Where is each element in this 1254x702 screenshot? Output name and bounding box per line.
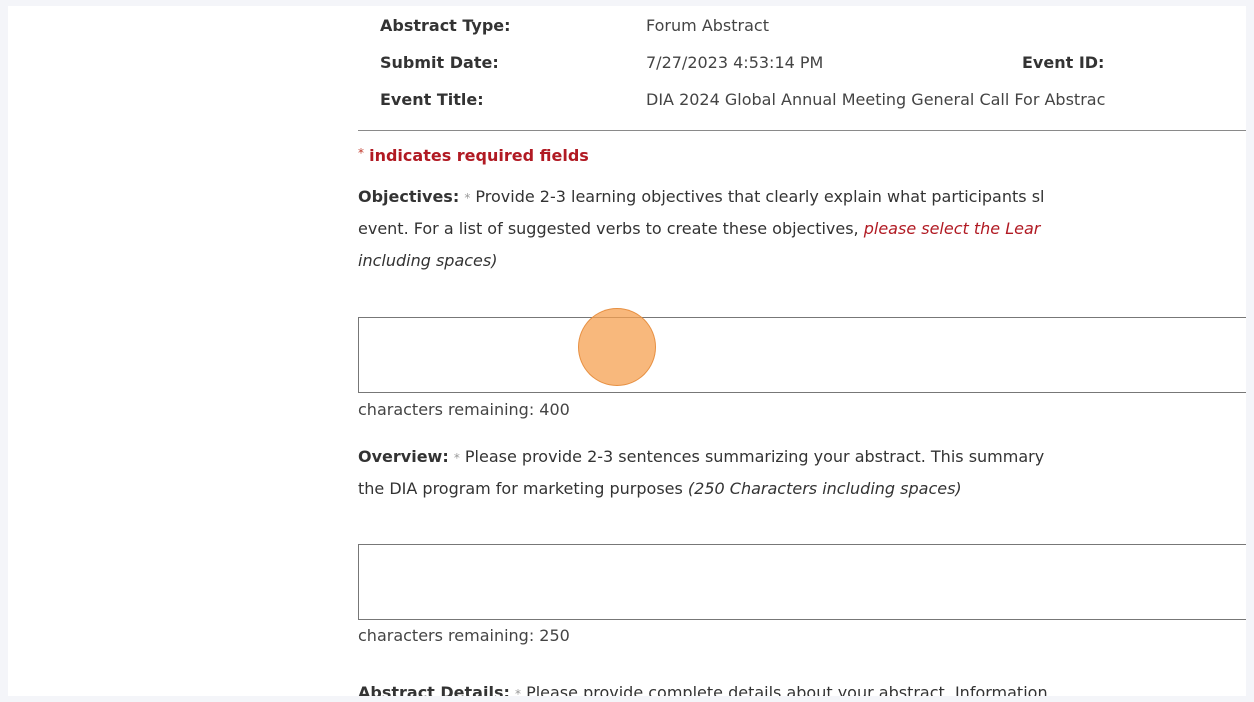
objectives-label: Objectives: [358, 187, 460, 206]
abstract-type-label: Abstract Type: [380, 16, 511, 35]
objectives-instructions-2: event. For a list of suggested verbs to … [358, 219, 859, 238]
overview-char-limit: (250 Characters including spaces) [687, 479, 962, 498]
abstract-details-line-1: Abstract Details: * Please provide compl… [358, 678, 1048, 696]
overview-required-star: * [453, 451, 460, 465]
submit-date-value: 7/27/2023 4:53:14 PM [646, 53, 824, 72]
overview-textarea[interactable] [358, 544, 1246, 620]
event-title-label: Event Title: [380, 90, 484, 109]
abstract-type-value: Forum Abstract [646, 16, 769, 35]
required-star: * [358, 146, 364, 160]
objectives-line-2: event. For a list of suggested verbs to … [358, 214, 1040, 244]
abstract-details-label: Abstract Details: [358, 683, 510, 696]
objectives-char-limit: including spaces) [358, 251, 498, 270]
objectives-char-counter: characters remaining: 400 [358, 400, 570, 419]
submit-date-label: Submit Date: [380, 53, 499, 72]
required-fields-text: indicates required fields [369, 146, 589, 165]
objectives-line-3: including spaces) [358, 246, 497, 276]
overview-instructions-2: the DIA program for marketing purposes [358, 479, 683, 498]
objectives-required-star: * [464, 191, 471, 205]
event-title-value: DIA 2024 Global Annual Meeting General C… [646, 90, 1106, 109]
required-fields-note: * indicates required fields [358, 146, 589, 165]
event-id-label: Event ID: [1022, 53, 1105, 72]
objectives-line-1: Objectives: * Provide 2-3 learning objec… [358, 182, 1044, 213]
overview-line-1: Overview: * Please provide 2-3 sentences… [358, 442, 1044, 473]
objectives-textarea[interactable] [358, 317, 1246, 393]
overview-label: Overview: [358, 447, 449, 466]
click-indicator [578, 308, 656, 386]
abstract-details-required-star: * [514, 687, 521, 696]
section-divider [358, 130, 1246, 131]
overview-instructions: Please provide 2-3 sentences summarizing… [464, 447, 1045, 466]
overview-line-2: the DIA program for marketing purposes (… [358, 474, 962, 504]
learning-verbs-link[interactable]: please select the Lear [864, 219, 1041, 238]
objectives-instructions: Provide 2-3 learning objectives that cle… [475, 187, 1045, 206]
overview-char-counter: characters remaining: 250 [358, 626, 570, 645]
abstract-details-instructions: Please provide complete details about yo… [526, 683, 1048, 696]
